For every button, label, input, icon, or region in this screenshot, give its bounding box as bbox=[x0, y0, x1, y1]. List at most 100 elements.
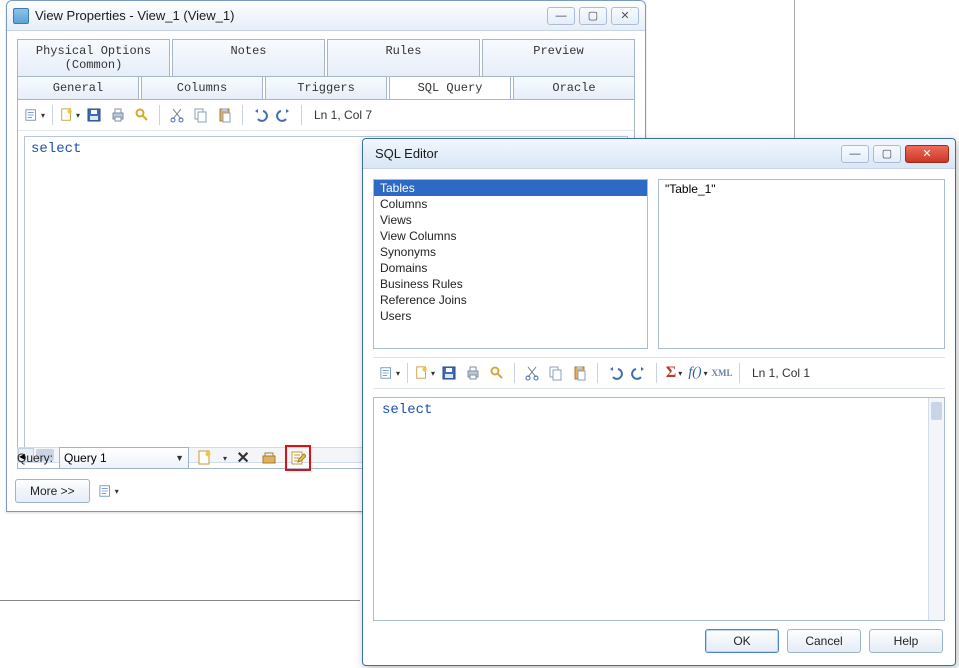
list-item[interactable]: Tables bbox=[374, 180, 647, 196]
xml-icon: XML bbox=[712, 368, 733, 378]
save-button[interactable] bbox=[83, 104, 105, 126]
tab-notes[interactable]: Notes bbox=[172, 39, 325, 77]
se-cursor-position: Ln 1, Col 1 bbox=[746, 366, 810, 380]
copy-button[interactable] bbox=[190, 104, 212, 126]
copy-button[interactable] bbox=[545, 362, 567, 384]
redo-button[interactable] bbox=[628, 362, 650, 384]
tab-columns[interactable]: Columns bbox=[141, 76, 263, 100]
close-button[interactable]: ✕ bbox=[611, 7, 639, 25]
sigma-button[interactable]: Σ▾ bbox=[663, 362, 685, 384]
properties-small-button[interactable]: ▾ bbox=[98, 480, 120, 502]
tab-preview[interactable]: Preview bbox=[482, 39, 635, 77]
find-button[interactable] bbox=[131, 104, 153, 126]
list-item[interactable]: Synonyms bbox=[374, 244, 647, 260]
toolbar-separator bbox=[739, 363, 740, 383]
tab-general[interactable]: General bbox=[17, 76, 139, 100]
se-titlebar: SQL Editor — ▢ ✕ bbox=[363, 139, 955, 169]
query-label: Query: bbox=[17, 451, 53, 465]
list-item[interactable]: Views bbox=[374, 212, 647, 228]
vp-tabs-row2: General Columns Triggers SQL Query Oracl… bbox=[17, 76, 635, 100]
query-row: Query: Query 1 ▼ ▾ ✕ bbox=[17, 445, 311, 471]
new-button[interactable]: ▾ bbox=[59, 104, 81, 126]
undo-button[interactable] bbox=[249, 104, 271, 126]
cut-button[interactable] bbox=[521, 362, 543, 384]
minimize-button[interactable]: — bbox=[841, 145, 869, 163]
list-item[interactable]: Columns bbox=[374, 196, 647, 212]
category-listbox[interactable]: Tables Columns Views View Columns Synony… bbox=[373, 179, 648, 349]
function-icon: f() bbox=[688, 365, 701, 381]
list-item[interactable]: Users bbox=[374, 308, 647, 324]
chevron-down-icon[interactable]: ▾ bbox=[223, 454, 227, 463]
paste-button[interactable] bbox=[214, 104, 236, 126]
chevron-down-icon: ▼ bbox=[175, 453, 184, 463]
print-button[interactable] bbox=[107, 104, 129, 126]
query-value: Query 1 bbox=[64, 451, 107, 465]
vp-tabs-row1: Physical Options (Common) Notes Rules Pr… bbox=[17, 39, 635, 77]
xml-button[interactable]: XML bbox=[711, 362, 733, 384]
more-button[interactable]: More >> bbox=[15, 479, 90, 503]
se-toolbar: ▾ ▾ bbox=[373, 357, 945, 389]
list-item[interactable]: Domains bbox=[374, 260, 647, 276]
se-bottom-bar: OK Cancel Help bbox=[373, 629, 945, 655]
new-button[interactable]: ▾ bbox=[414, 362, 436, 384]
toolbar-separator bbox=[597, 363, 598, 383]
toolbar-separator bbox=[301, 105, 302, 125]
query-combobox[interactable]: Query 1 ▼ bbox=[59, 447, 189, 469]
se-top-panels: Tables Columns Views View Columns Synony… bbox=[373, 179, 945, 349]
vp-title: View Properties - View_1 (View_1) bbox=[35, 8, 547, 23]
toolbar-separator bbox=[514, 363, 515, 383]
toolbar-separator bbox=[159, 105, 160, 125]
properties-button[interactable]: ▾ bbox=[24, 104, 46, 126]
tab-triggers[interactable]: Triggers bbox=[265, 76, 387, 100]
vp-toolbar: ▾ ▾ bbox=[18, 100, 634, 131]
list-item[interactable]: View Columns bbox=[374, 228, 647, 244]
tab-oracle[interactable]: Oracle bbox=[513, 76, 635, 100]
find-button[interactable] bbox=[486, 362, 508, 384]
list-item[interactable]: Reference Joins bbox=[374, 292, 647, 308]
se-title: SQL Editor bbox=[369, 146, 841, 161]
list-item[interactable]: Business Rules bbox=[374, 276, 647, 292]
toolbar-separator bbox=[52, 105, 53, 125]
delete-query-button[interactable]: ✕ bbox=[233, 448, 253, 468]
se-sql-panel: select bbox=[373, 397, 945, 621]
add-query-button[interactable] bbox=[195, 448, 215, 468]
minimize-button[interactable]: — bbox=[547, 7, 575, 25]
se-sql-textarea[interactable]: select bbox=[374, 398, 944, 620]
properties-button[interactable]: ▾ bbox=[379, 362, 401, 384]
maximize-button[interactable]: ▢ bbox=[579, 7, 607, 25]
tab-rules[interactable]: Rules bbox=[327, 39, 480, 77]
undo-button[interactable] bbox=[604, 362, 626, 384]
cancel-button[interactable]: Cancel bbox=[787, 629, 861, 653]
tab-physical-options[interactable]: Physical Options (Common) bbox=[17, 39, 170, 77]
sql-keyword: select bbox=[382, 402, 432, 418]
toolbar-separator bbox=[407, 363, 408, 383]
function-button[interactable]: f()▾ bbox=[687, 362, 709, 384]
page-divider-h bbox=[0, 600, 360, 601]
ok-button[interactable]: OK bbox=[705, 629, 779, 653]
vp-cursor-position: Ln 1, Col 7 bbox=[308, 108, 372, 122]
toolbar-separator bbox=[656, 363, 657, 383]
print-button[interactable] bbox=[462, 362, 484, 384]
page-divider bbox=[794, 0, 795, 140]
redo-button[interactable] bbox=[273, 104, 295, 126]
object-item[interactable]: "Table_1" bbox=[665, 182, 716, 196]
se-vscrollbar[interactable] bbox=[928, 398, 944, 620]
edit-sql-button-highlight bbox=[285, 445, 311, 471]
sql-keyword: select bbox=[31, 141, 81, 157]
paste-button[interactable] bbox=[569, 362, 591, 384]
cut-button[interactable] bbox=[166, 104, 188, 126]
toolbar-separator bbox=[242, 105, 243, 125]
object-listbox[interactable]: "Table_1" bbox=[658, 179, 945, 349]
table-icon bbox=[13, 8, 29, 24]
help-button[interactable]: Help bbox=[869, 629, 943, 653]
save-button[interactable] bbox=[438, 362, 460, 384]
maximize-button[interactable]: ▢ bbox=[873, 145, 901, 163]
sql-editor-window: SQL Editor — ▢ ✕ Tables Columns Views Vi… bbox=[362, 138, 956, 666]
tool-button[interactable] bbox=[259, 448, 279, 468]
edit-sql-button[interactable] bbox=[288, 448, 308, 468]
sigma-icon: Σ bbox=[666, 364, 676, 382]
vp-titlebar: View Properties - View_1 (View_1) — ▢ ✕ bbox=[7, 1, 645, 31]
close-button[interactable]: ✕ bbox=[905, 145, 949, 163]
tab-sql-query[interactable]: SQL Query bbox=[389, 76, 511, 100]
scroll-thumb[interactable] bbox=[931, 402, 942, 420]
